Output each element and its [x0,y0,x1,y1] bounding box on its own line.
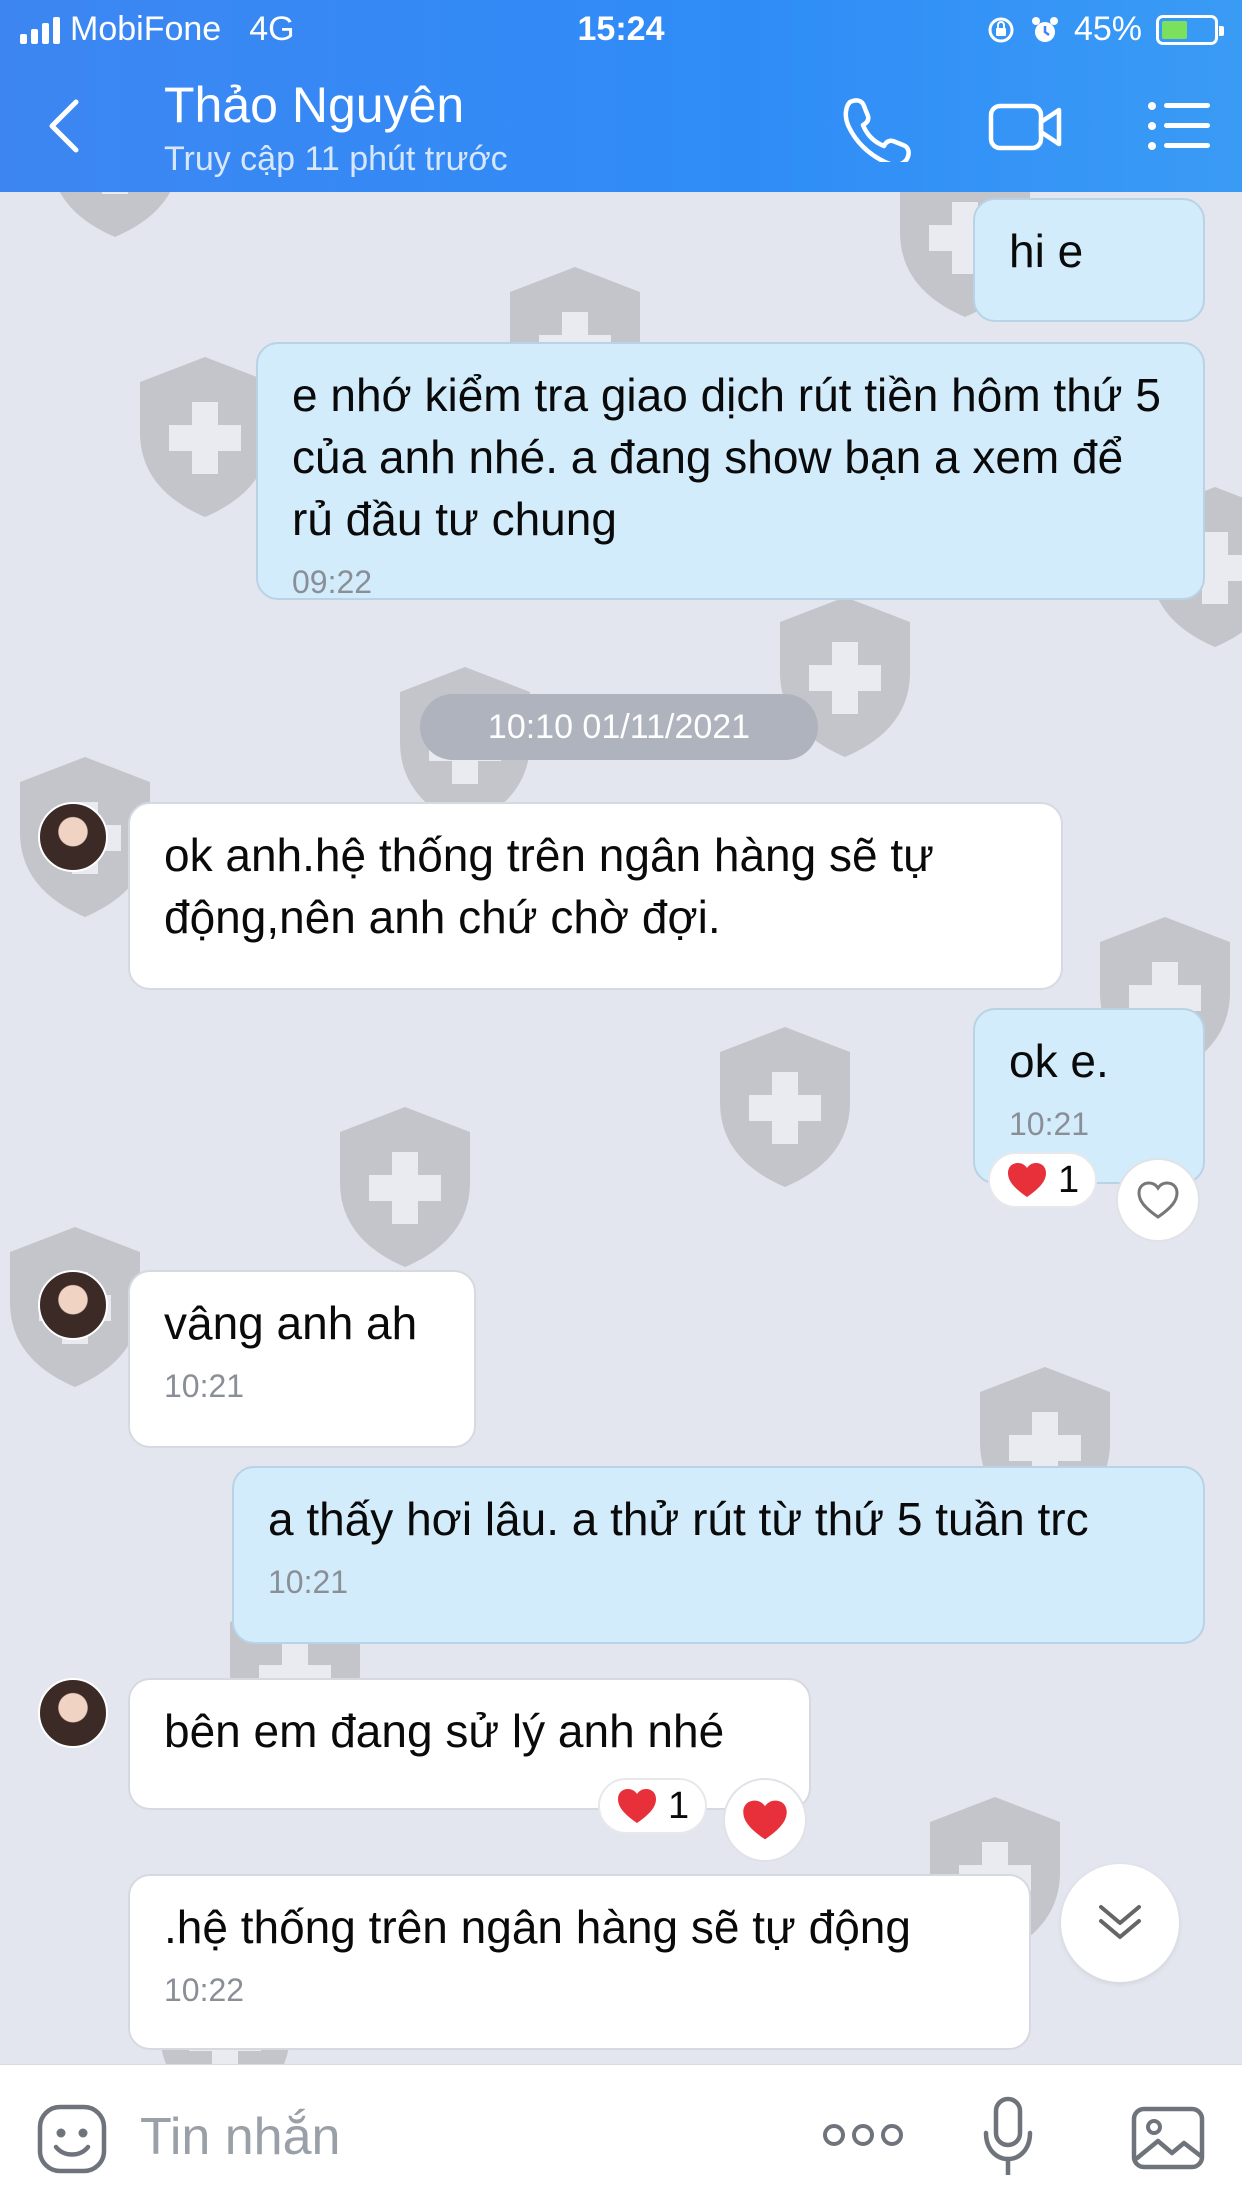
date-separator: 10:10 01/11/2021 [420,694,818,760]
watermark-shield-icon [340,1107,470,1267]
react-button[interactable] [1116,1158,1200,1242]
chat-header: MobiFone 4G 15:24 45% Thảo Nguyên Truy c… [0,0,1242,192]
message-text: ok anh.hệ thống trên ngân hàng sẽ tự độn… [164,829,934,943]
more-icon[interactable] [820,2115,906,2155]
status-right: 45% [986,10,1224,49]
message-bubble-incoming[interactable]: ok anh.hệ thống trên ngân hàng sẽ tự độn… [128,802,1063,990]
avatar[interactable] [38,1678,108,1748]
message-bubble-incoming[interactable]: bên em đang sử lý anh nhé [128,1678,811,1810]
message-bubble-incoming[interactable]: vâng anh ah 10:21 [128,1270,476,1448]
message-bubble-outgoing[interactable]: hi e [973,198,1205,322]
message-input[interactable] [140,2095,780,2179]
heart-icon [618,1789,656,1823]
chat-area[interactable]: hi e e nhớ kiểm tra giao dịch rút tiền h… [0,192,1242,2064]
heart-icon [1008,1163,1046,1197]
status-bar: MobiFone 4G 15:24 45% [0,0,1242,62]
reaction-count: 1 [668,1784,690,1827]
image-icon[interactable] [1130,2101,1206,2173]
contact-name[interactable]: Thảo Nguyên [164,76,464,134]
message-time: 10:22 [164,1972,245,2008]
avatar[interactable] [38,1270,108,1340]
phone-icon[interactable] [836,92,916,162]
avatar[interactable] [38,802,108,872]
reaction-summary[interactable]: 1 [988,1152,1098,1208]
message-text: ok e. [1009,1035,1109,1087]
message-time: 10:21 [164,1368,245,1404]
battery-percent: 45% [1073,10,1142,48]
message-text: a thấy hơi lâu. a thử rút từ thứ 5 tuần … [268,1493,1089,1545]
microphone-icon[interactable] [980,2095,1036,2179]
orientation-lock-icon [988,17,1014,42]
message-time: 10:21 [1009,1106,1090,1142]
message-bubble-outgoing[interactable]: e nhớ kiểm tra giao dịch rút tiền hôm th… [256,342,1205,600]
double-chevron-down-icon [1099,1905,1141,1939]
reaction-summary[interactable]: 1 [598,1778,708,1834]
back-icon[interactable] [40,96,90,156]
contact-last-seen: Truy cập 11 phút trước [164,140,508,178]
menu-icon[interactable] [1140,92,1220,162]
heart-icon [743,1800,787,1840]
watermark-shield-icon [59,192,171,237]
message-text: bên em đang sử lý anh nhé [164,1705,725,1757]
message-bubble-incoming[interactable]: .hệ thống trên ngân hàng sẽ tự động 10:2… [128,1874,1031,2050]
heart-outline-icon [1137,1181,1179,1219]
message-time: 09:22 [292,564,373,600]
video-call-icon[interactable] [985,92,1065,162]
react-button[interactable] [723,1778,807,1862]
message-bubble-outgoing[interactable]: a thấy hơi lâu. a thử rút từ thứ 5 tuần … [232,1466,1205,1644]
reaction-count: 1 [1058,1158,1080,1201]
alarm-icon [1031,16,1058,42]
message-text: vâng anh ah [164,1297,418,1349]
emoji-icon[interactable] [36,2103,108,2175]
message-text: .hệ thống trên ngân hàng sẽ tự động [164,1901,911,1953]
message-input-bar [0,2064,1242,2208]
message-text: e nhớ kiểm tra giao dịch rút tiền hôm th… [292,369,1161,545]
message-text: hi e [1009,225,1084,277]
message-time: 10:21 [268,1564,349,1600]
watermark-shield-icon [720,1027,850,1187]
battery-icon [1156,14,1224,45]
scroll-to-bottom-button[interactable] [1061,1864,1179,1982]
